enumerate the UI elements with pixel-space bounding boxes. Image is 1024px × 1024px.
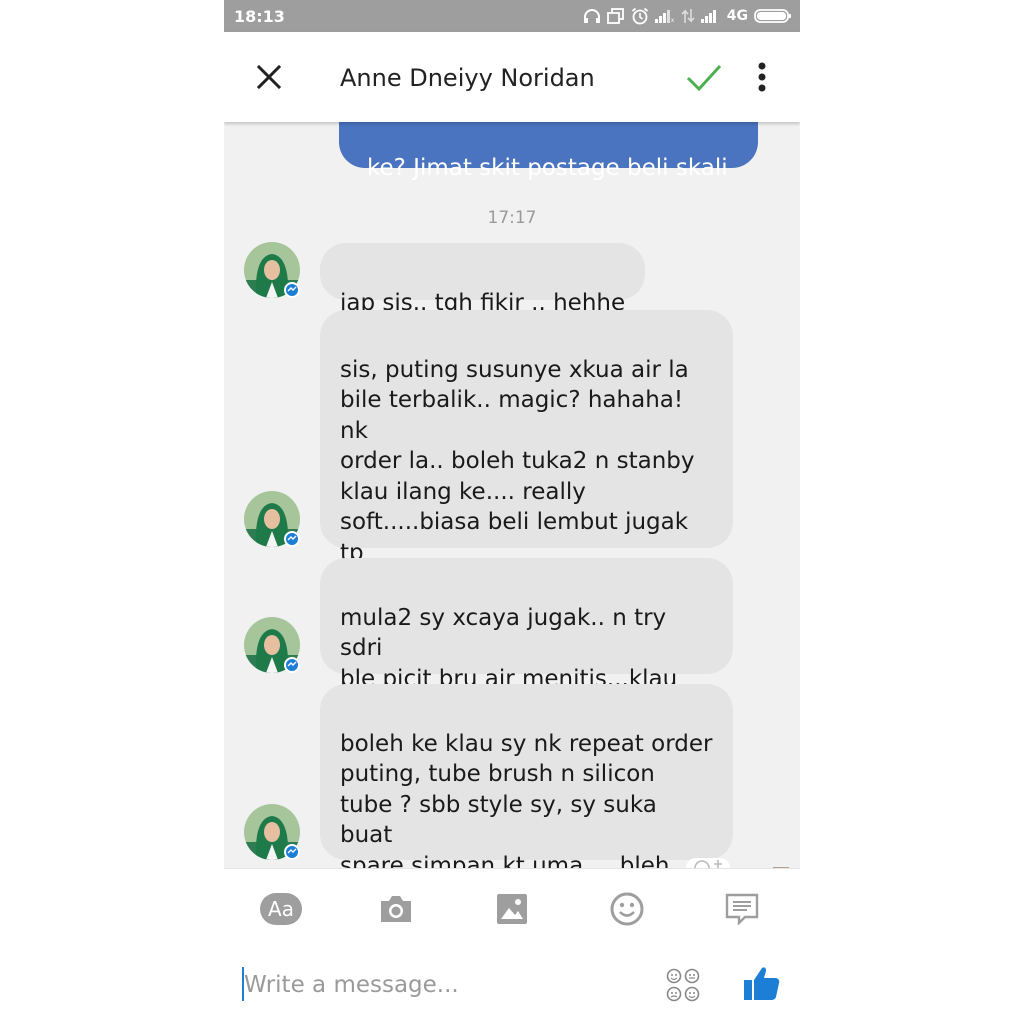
- avatar[interactable]: [244, 242, 300, 298]
- smiley-icon: [610, 892, 644, 926]
- gallery-button[interactable]: [490, 891, 534, 927]
- confirm-button[interactable]: [684, 58, 724, 98]
- contact-name: Anne Dneiyy Noridan: [340, 64, 595, 92]
- message-input[interactable]: [244, 967, 644, 1003]
- message-text: boleh ke klau sy nk repeat order puting,…: [340, 730, 713, 869]
- add-reaction-icon[interactable]: [686, 858, 730, 868]
- incoming-message[interactable]: mula2 sy xcaya jugak.. n try sdri ble pi…: [320, 558, 733, 722]
- sim-switch-icon: [606, 8, 625, 24]
- camera-icon: [381, 896, 411, 922]
- avatar[interactable]: [244, 491, 300, 547]
- avatar[interactable]: [244, 617, 300, 673]
- outgoing-message[interactable]: ke? Jimat skit postage beli skali: [339, 122, 758, 181]
- like-button[interactable]: [742, 964, 782, 1004]
- alarm-icon: [631, 7, 649, 25]
- more-vertical-icon: [758, 62, 766, 92]
- emoji-grid-icon: [666, 968, 700, 1002]
- composer-toolbar: Aa: [224, 868, 800, 950]
- status-time: 18:13: [234, 7, 285, 26]
- close-button[interactable]: [254, 62, 284, 92]
- battery-icon: [754, 8, 792, 24]
- close-icon: [256, 64, 282, 90]
- emoji-grid-button[interactable]: [666, 967, 700, 1003]
- signal-icon: x: [654, 9, 675, 23]
- status-icons: x 4G: [583, 5, 792, 27]
- emoji-button[interactable]: [605, 891, 649, 927]
- messenger-screen: 18:13 x 4G Anne Dneiyy Noridan ke? Jimat…: [224, 0, 800, 1024]
- avatar[interactable]: [244, 804, 300, 860]
- checkmark-icon: [686, 64, 722, 92]
- text-mode-button[interactable]: Aa: [260, 893, 302, 925]
- message-timestamp: 17:17: [487, 208, 537, 228]
- incoming-message[interactable]: boleh ke klau sy nk repeat order puting,…: [320, 684, 733, 868]
- message-composer: [224, 950, 800, 1024]
- status-bar: 18:13 x 4G: [224, 0, 800, 32]
- camera-button[interactable]: [374, 891, 418, 927]
- incoming-message[interactable]: sis, puting susunye xkua air la bile ter…: [320, 310, 733, 627]
- network-type: 4G: [726, 8, 748, 24]
- message-text: ke? Jimat skit postage beli skali: [367, 154, 728, 181]
- headphones-icon: [583, 8, 601, 24]
- sticker-button[interactable]: [720, 891, 764, 927]
- data-arrows-icon: [681, 8, 695, 24]
- chat-bubble-icon: [725, 893, 759, 925]
- more-options-button[interactable]: [750, 60, 774, 96]
- incoming-message[interactable]: jap sis.. tgh fikir .. hehhe: [320, 243, 646, 316]
- signal-icon: [700, 9, 721, 23]
- thumbs-up-icon: [744, 967, 780, 1000]
- conversation-header: Anne Dneiyy Noridan: [224, 32, 800, 122]
- image-icon: [497, 894, 527, 924]
- svg-text:x: x: [671, 18, 674, 23]
- message-list[interactable]: ke? Jimat skit postage beli skali 17:17 …: [224, 122, 800, 868]
- text-mode-label: Aa: [268, 897, 294, 921]
